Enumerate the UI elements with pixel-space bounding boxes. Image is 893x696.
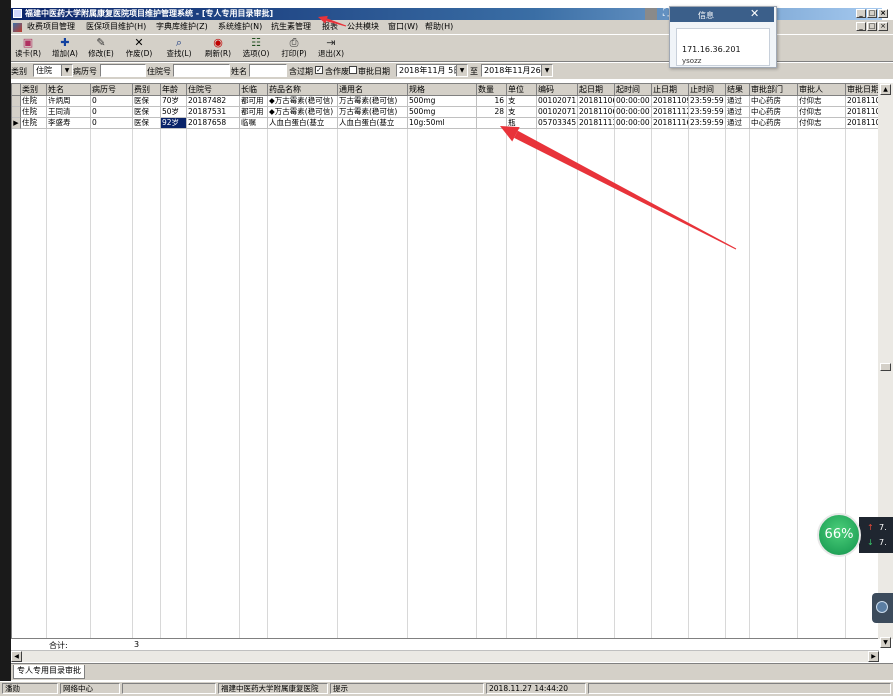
annotation-arrows (318, 15, 737, 250)
annotation-arrow-title (318, 15, 347, 27)
annotation-arrow-quantity (500, 126, 737, 250)
arrow-shaft (326, 18, 347, 27)
arrow-shaft (514, 130, 737, 250)
arrow-head (318, 15, 328, 24)
